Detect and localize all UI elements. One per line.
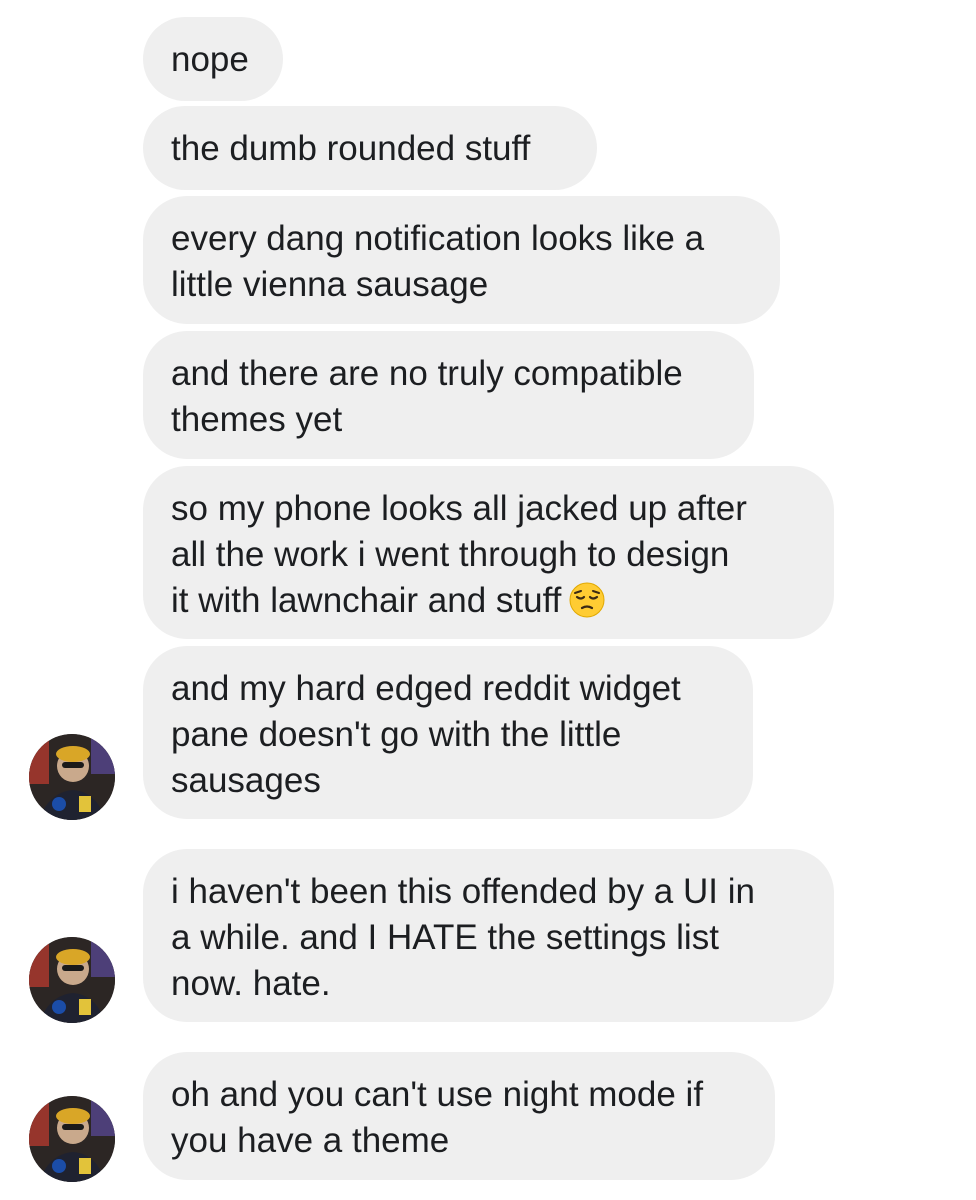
pensive-face-emoji [569, 582, 605, 618]
message-bubble-3[interactable]: every dang notification looks like a lit… [143, 196, 780, 324]
message-bubble-7[interactable]: i haven't been this offended by a UI in … [143, 849, 834, 1022]
message-bubble-8[interactable]: oh and you can't use night mode if you h… [143, 1052, 775, 1180]
message-bubble-2[interactable]: the dumb rounded stuff [143, 106, 597, 190]
message-text: so my phone looks all jacked up after al… [171, 489, 747, 620]
sender-avatar[interactable] [29, 1096, 115, 1182]
message-bubble-5[interactable]: so my phone looks all jacked up after al… [143, 466, 834, 639]
message-bubble-1[interactable]: nope [143, 17, 283, 101]
sender-avatar[interactable] [29, 937, 115, 1023]
message-bubble-4[interactable]: and there are no truly compatible themes… [143, 331, 754, 459]
sender-avatar[interactable] [29, 734, 115, 820]
message-bubble-6[interactable]: and my hard edged reddit widget pane doe… [143, 646, 753, 819]
